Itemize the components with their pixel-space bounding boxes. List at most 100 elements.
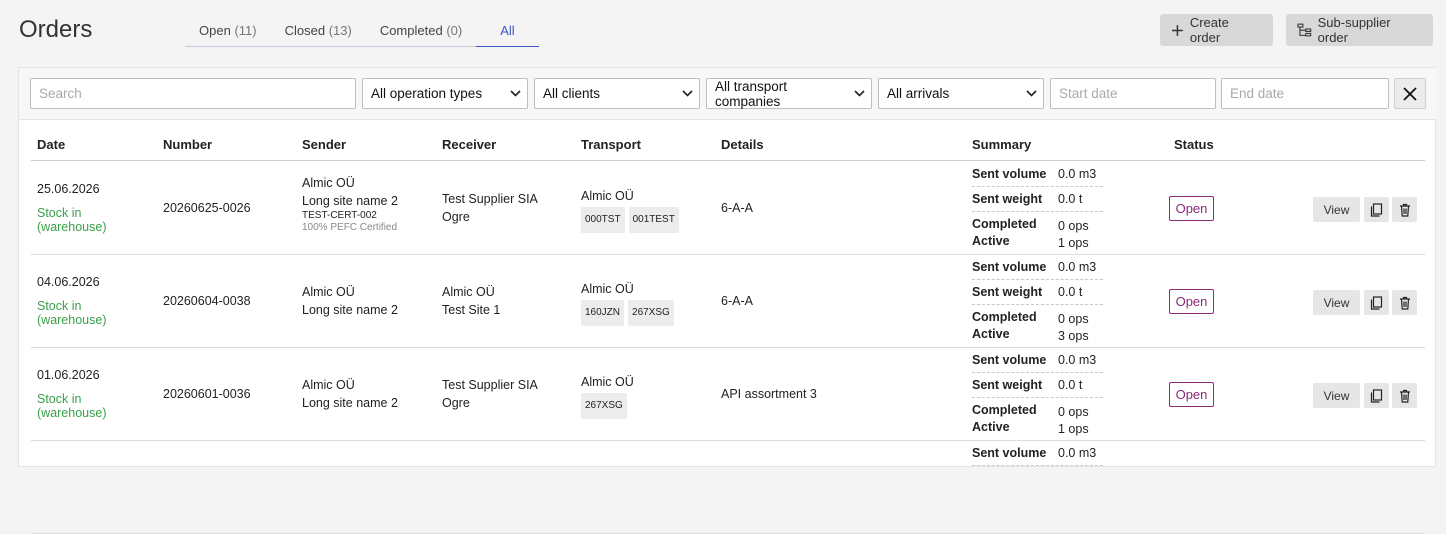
col-sender: Sender	[302, 137, 347, 152]
row-sender: Almic OÜ Long site name 2	[302, 376, 398, 412]
receiver-name: Test Supplier SIA	[442, 192, 538, 206]
delete-button[interactable]	[1392, 383, 1417, 408]
completed-label: Completed	[972, 403, 1037, 417]
row-date: 04.06.2026	[37, 275, 100, 289]
tab-all[interactable]: All	[476, 14, 539, 47]
status-badge[interactable]: Open	[1169, 382, 1214, 407]
page-title: Orders	[19, 16, 93, 43]
table-row[interactable]: 25.06.2026 Stock in (warehouse) 20260625-…	[31, 162, 1425, 255]
receiver-site: Test Site 1	[442, 303, 501, 317]
col-details: Details	[721, 137, 764, 152]
sent-volume-label: Sent volume	[972, 167, 1047, 181]
copy-button[interactable]	[1364, 383, 1389, 408]
arrivals-select[interactable]: All arrivals	[878, 78, 1044, 109]
sent-weight-value: 0.0 t	[1058, 192, 1083, 206]
sent-weight-value: 0.0 t	[1058, 378, 1083, 392]
view-button[interactable]: View	[1313, 383, 1360, 408]
start-date-placeholder: Start date	[1059, 86, 1118, 101]
view-button[interactable]: View	[1313, 197, 1360, 222]
copy-button[interactable]	[1364, 290, 1389, 315]
sent-volume-label: Sent volume	[972, 446, 1047, 460]
search-input[interactable]: Search	[30, 78, 356, 109]
transport-companies-select[interactable]: All transport companies	[706, 78, 872, 109]
sender-name: Almic OÜ	[302, 378, 355, 392]
plate-badge: 267XSG	[581, 393, 627, 419]
stock-line-2: (warehouse)	[37, 313, 107, 327]
trash-icon	[1399, 203, 1410, 217]
chevron-down-icon	[854, 90, 865, 97]
sender-site: Long site name 2	[302, 303, 398, 317]
status-badge[interactable]: Open	[1169, 289, 1214, 314]
sent-volume-label: Sent volume	[972, 353, 1047, 367]
transport-company: Almic OÜ	[581, 282, 634, 296]
transport-company: Almic OÜ	[581, 189, 634, 203]
sender-site: Long site name 2	[302, 194, 398, 208]
tab-closed[interactable]: Closed (13)	[270, 14, 366, 47]
table-row[interactable]: Sent volume 0.0 m3	[31, 441, 1425, 534]
active-value: 1 ops	[1058, 422, 1089, 436]
row-stock-type: Stock in (warehouse)	[37, 206, 106, 234]
receiver-name: Almic OÜ	[442, 285, 495, 299]
copy-button[interactable]	[1364, 197, 1389, 222]
operation-types-value: All operation types	[371, 86, 483, 101]
copy-icon	[1370, 202, 1383, 217]
sender-cert-desc: 100% PEFC Certified	[302, 222, 398, 233]
plate-badge: 000TST	[581, 207, 625, 233]
clients-value: All clients	[543, 86, 601, 101]
sub-supplier-order-label: Sub-supplier order	[1317, 15, 1391, 45]
create-order-button[interactable]: Create order	[1160, 14, 1273, 46]
tab-closed-count: (13)	[328, 23, 352, 38]
row-transport: Almic OÜ 267XSG	[581, 373, 634, 419]
row-summary: Sent volume 0.0 m3 Sent weight 0.0 t Compl…	[972, 162, 1103, 252]
end-date-input[interactable]: End date	[1221, 78, 1389, 109]
sender-name: Almic OÜ	[302, 176, 355, 190]
plus-icon	[1171, 24, 1183, 36]
active-value: 3 ops	[1058, 329, 1089, 343]
table-row[interactable]: 01.06.2026 Stock in (warehouse) 20260601-…	[31, 348, 1425, 441]
filter-bar: Search All operation types All clients A…	[19, 68, 1437, 120]
row-summary: Sent volume 0.0 m3	[972, 441, 1103, 466]
stock-line-1: Stock in	[37, 299, 82, 313]
active-label: Active	[972, 327, 1010, 341]
table-header: Date Number Sender Receiver Transport De…	[31, 121, 1425, 161]
receiver-site: Ogre	[442, 396, 470, 410]
col-status: Status	[1174, 137, 1214, 152]
row-details: 6-A-A	[721, 294, 753, 308]
status-badge[interactable]: Open	[1169, 196, 1214, 221]
clients-select[interactable]: All clients	[534, 78, 700, 109]
sent-volume-label: Sent volume	[972, 260, 1047, 274]
tab-completed[interactable]: Completed (0)	[365, 14, 477, 47]
active-value: 1 ops	[1058, 236, 1089, 250]
transport-companies-value: All transport companies	[715, 78, 788, 109]
tab-all-label: All	[500, 23, 515, 38]
delete-button[interactable]	[1392, 290, 1417, 315]
sent-volume-value: 0.0 m3	[1058, 446, 1097, 460]
clear-filters-button[interactable]	[1394, 78, 1426, 109]
sender-site: Long site name 2	[302, 396, 398, 410]
table-row[interactable]: 04.06.2026 Stock in (warehouse) 20260604-…	[31, 255, 1425, 348]
view-button[interactable]: View	[1313, 290, 1360, 315]
chevron-down-icon	[1026, 90, 1037, 97]
row-number: 20260625-0026	[163, 201, 251, 215]
active-label: Active	[972, 420, 1010, 434]
col-summary: Summary	[972, 137, 1032, 152]
completed-value: 0 ops	[1058, 312, 1089, 326]
sub-supplier-order-button[interactable]: Sub-supplier order	[1286, 14, 1433, 46]
row-sender: Almic OÜ Long site name 2	[302, 283, 398, 319]
operation-types-select[interactable]: All operation types	[362, 78, 528, 109]
sender-name: Almic OÜ	[302, 285, 355, 299]
trash-icon	[1399, 296, 1410, 310]
tab-open[interactable]: Open (11)	[185, 14, 271, 47]
sent-weight-label: Sent weight	[972, 192, 1043, 206]
sent-weight-label: Sent weight	[972, 285, 1043, 299]
end-date-placeholder: End date	[1230, 86, 1285, 101]
stock-line-1: Stock in	[37, 392, 82, 406]
sent-volume-value: 0.0 m3	[1058, 353, 1097, 367]
start-date-input[interactable]: Start date	[1050, 78, 1216, 109]
hierarchy-icon	[1297, 23, 1312, 37]
row-summary: Sent volume 0.0 m3 Sent weight 0.0 t Compl…	[972, 255, 1103, 345]
copy-icon	[1370, 295, 1383, 310]
row-date: 25.06.2026	[37, 182, 100, 196]
row-summary: Sent volume 0.0 m3 Sent weight 0.0 t Compl…	[972, 348, 1103, 438]
delete-button[interactable]	[1392, 197, 1417, 222]
